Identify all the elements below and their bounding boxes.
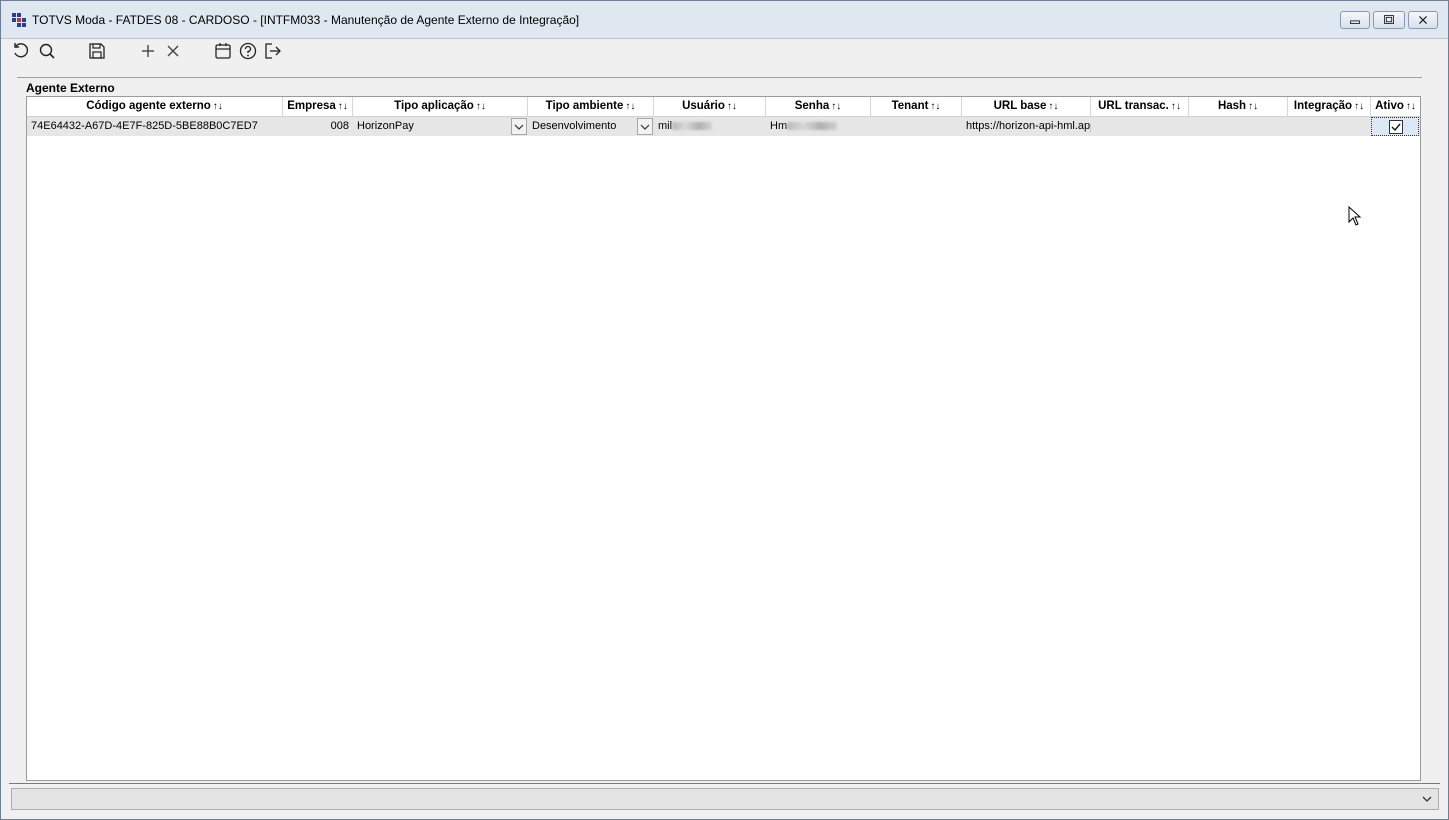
col-header-codigo[interactable]: Código agente externo ↑↓: [27, 97, 283, 117]
chevron-down-icon: [514, 124, 524, 130]
sort-icon[interactable]: ↑↓: [1248, 101, 1258, 112]
table-row[interactable]: 74E64432-A67D-4E7F-825D-5BE88B0C7ED7 008…: [27, 117, 1420, 136]
col-header-tipo-aplicacao[interactable]: Tipo aplicação ↑↓: [353, 97, 528, 117]
cell-tenant[interactable]: [871, 117, 962, 136]
ativo-checkbox[interactable]: [1389, 120, 1403, 134]
redacted-text: [672, 122, 713, 131]
tipo-ambiente-dropdown[interactable]: [637, 118, 653, 135]
sort-icon[interactable]: ↑↓: [1406, 101, 1416, 112]
col-header-senha[interactable]: Senha ↑↓: [766, 97, 871, 117]
sort-icon[interactable]: ↑↓: [1354, 101, 1364, 112]
exit-icon[interactable]: [263, 41, 283, 61]
sort-icon[interactable]: ↑↓: [338, 101, 348, 112]
delete-icon[interactable]: [163, 41, 183, 61]
sort-icon[interactable]: ↑↓: [625, 101, 635, 112]
close-button[interactable]: [1408, 11, 1438, 29]
app-window: TOTVS Moda - FATDES 08 - CARDOSO - [INTF…: [0, 0, 1449, 820]
sort-icon[interactable]: ↑↓: [930, 101, 940, 112]
toolbar: [1, 39, 1448, 63]
calendar-icon[interactable]: [213, 41, 233, 61]
title-bar[interactable]: TOTVS Moda - FATDES 08 - CARDOSO - [INTF…: [1, 1, 1448, 39]
cell-integracao[interactable]: [1288, 117, 1371, 136]
chevron-down-icon: [640, 124, 650, 130]
tipo-aplicacao-dropdown[interactable]: [511, 118, 527, 135]
col-header-empresa[interactable]: Empresa ↑↓: [283, 97, 353, 117]
group-title: Agente Externo: [26, 81, 115, 95]
refresh-icon[interactable]: [11, 41, 31, 61]
cell-ativo[interactable]: [1371, 117, 1419, 136]
cell-url-base[interactable]: https://horizon-api-hml.app: [962, 117, 1091, 136]
redacted-text: [787, 122, 838, 131]
col-header-url-transac[interactable]: URL transac. ↑↓: [1091, 97, 1189, 117]
sort-icon[interactable]: ↑↓: [1048, 101, 1058, 112]
sort-icon[interactable]: ↑↓: [1171, 101, 1181, 112]
sort-icon[interactable]: ↑↓: [727, 101, 737, 112]
sort-icon[interactable]: ↑↓: [831, 101, 841, 112]
close-icon: [1419, 16, 1427, 24]
cell-url-transac[interactable]: [1091, 117, 1189, 136]
restore-icon: [1384, 15, 1394, 24]
minimize-button[interactable]: [1340, 11, 1370, 29]
save-icon[interactable]: [87, 41, 107, 61]
agents-grid[interactable]: Código agente externo ↑↓ Empresa ↑↓ Tipo a…: [26, 96, 1421, 781]
col-header-integracao[interactable]: Integração ↑↓: [1288, 97, 1371, 117]
cell-codigo[interactable]: 74E64432-A67D-4E7F-825D-5BE88B0C7ED7: [27, 117, 283, 136]
chevron-down-icon[interactable]: [1420, 792, 1434, 806]
minimize-icon: [1350, 20, 1360, 24]
cell-empresa[interactable]: 008: [283, 117, 353, 136]
cell-hash[interactable]: [1189, 117, 1288, 136]
cell-tipo-aplicacao[interactable]: HorizonPay: [353, 117, 510, 136]
sort-icon[interactable]: ↑↓: [213, 101, 223, 112]
col-header-hash[interactable]: Hash ↑↓: [1189, 97, 1288, 117]
check-icon: [1391, 123, 1401, 132]
status-bar[interactable]: [11, 788, 1439, 810]
search-icon[interactable]: [37, 41, 57, 61]
help-icon[interactable]: [238, 41, 258, 61]
totvs-app-icon: [12, 13, 26, 27]
sort-icon[interactable]: ↑↓: [476, 101, 486, 112]
restore-button[interactable]: [1373, 11, 1405, 29]
bottom-divider: [9, 783, 1440, 784]
grid-header: Código agente externo ↑↓ Empresa ↑↓ Tipo a…: [27, 97, 1420, 117]
col-header-tenant[interactable]: Tenant ↑↓: [871, 97, 962, 117]
cell-senha[interactable]: Hm: [766, 117, 871, 136]
col-header-ativo[interactable]: Ativo ↑↓: [1371, 97, 1420, 117]
mouse-cursor-icon: [1348, 206, 1362, 226]
window-title: TOTVS Moda - FATDES 08 - CARDOSO - [INTF…: [32, 13, 580, 27]
group-divider: [17, 77, 1422, 78]
add-icon[interactable]: [138, 41, 158, 61]
cell-tipo-ambiente[interactable]: Desenvolvimento: [528, 117, 636, 136]
col-header-usuario[interactable]: Usuário ↑↓: [654, 97, 766, 117]
cell-usuario[interactable]: mil: [654, 117, 766, 136]
col-header-url-base[interactable]: URL base ↑↓: [962, 97, 1091, 117]
col-header-tipo-ambiente[interactable]: Tipo ambiente ↑↓: [528, 97, 654, 117]
